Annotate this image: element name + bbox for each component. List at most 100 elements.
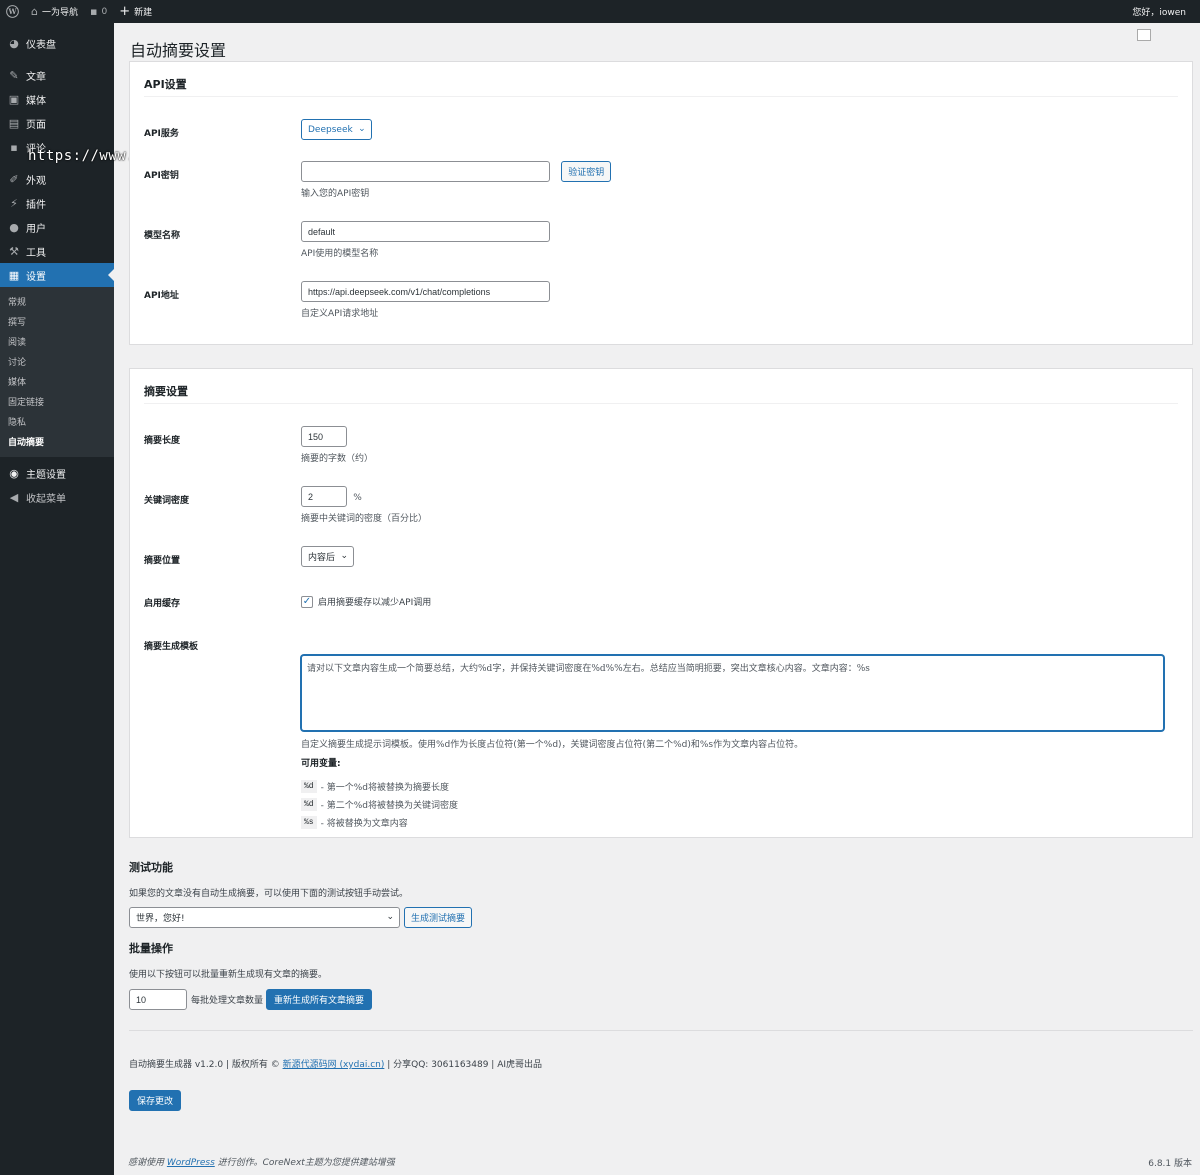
var-code: %d: [301, 779, 317, 793]
pin-icon: ✎: [9, 68, 19, 82]
plugin-credit: 自动摘要生成器 v1.2.0 | 版权所有 © 新源代源码网 (xydai.cn…: [129, 1057, 542, 1070]
post-select-value: 世界，您好!: [136, 914, 185, 924]
sidebar-item-appearance[interactable]: ✐ 外观: [0, 167, 114, 191]
sidebar-item-users[interactable]: ● 用户: [0, 215, 114, 239]
admin-bar: W ⌂ 一为导航 ▪ 0 + 新建 您好，iowen: [0, 0, 1200, 23]
template-description: 自定义摘要生成提示词模板。使用%d作为长度占位符(第一个%d)，关键词密度占位符…: [301, 740, 804, 750]
new-content-link[interactable]: + 新建: [113, 0, 158, 23]
var-text: - 将被替换为文章内容: [320, 818, 408, 829]
template-help: 自定义摘要生成提示词模板。使用%d作为长度占位符(第一个%d)，关键词密度占位符…: [301, 737, 1171, 831]
sidebar-item-pages[interactable]: ▤ 页面: [0, 111, 114, 135]
page-title: 自动摘要设置: [130, 41, 227, 60]
submenu-item-reading[interactable]: 阅读: [0, 331, 114, 351]
enable-cache-checkbox[interactable]: ✓: [301, 595, 313, 608]
generate-test-button[interactable]: 生成测试摘要: [404, 907, 473, 928]
sidebar-item-label: 用户: [26, 223, 46, 235]
submenu-item-general[interactable]: 常规: [0, 291, 114, 311]
template-label: 摘要生成模板: [144, 642, 199, 652]
sidebar-item-label: 插件: [26, 199, 46, 211]
broken-image-icon: [1137, 29, 1151, 41]
summary-length-input[interactable]: [301, 426, 347, 447]
submenu-item-auto-summary[interactable]: 自动摘要: [0, 431, 114, 451]
sidebar-item-theme-settings[interactable]: ◉ 主题设置: [0, 461, 114, 485]
submenu-item-permalinks[interactable]: 固定链接: [0, 391, 114, 411]
model-name-description: API使用的模型名称: [301, 249, 379, 259]
footer-suffix: 进行创作。CoreNext主题为您提供建站增强: [217, 1158, 395, 1168]
checkmark-icon: ✓: [302, 596, 312, 607]
wordpress-link[interactable]: WordPress: [167, 1158, 215, 1168]
credit-prefix: 自动摘要生成器 v1.2.0 | 版权所有 ©: [129, 1060, 280, 1070]
sidebar-item-tools[interactable]: ⚒ 工具: [0, 239, 114, 263]
regenerate-all-button[interactable]: 重新生成所有文章摘要: [266, 989, 373, 1010]
api-service-label: API服务: [144, 129, 179, 139]
comments-link[interactable]: ▪ 0: [84, 0, 113, 23]
divider: [144, 403, 1178, 404]
user-icon: ●: [9, 220, 19, 234]
summary-position-label: 摘要位置: [144, 556, 181, 566]
vars-list: %d - 第一个%d将被替换为摘要长度 %d - 第二个%d将被替换为关键词密度 %…: [301, 777, 1171, 831]
sidebar-item-settings[interactable]: ▦ 设置: [0, 263, 114, 287]
summary-position-value: 内容后: [308, 553, 336, 563]
main-content: 自动摘要设置 API设置 API服务 Deepseek ⌄ API密钥 验证密钥…: [114, 23, 1200, 1175]
percent-unit: %: [353, 492, 362, 503]
keyword-density-field: % 摘要中关键词的密度（百分比）: [301, 486, 427, 524]
settings-icon: ▦: [8, 268, 20, 282]
api-key-field: 验证密钥 输入您的API密钥: [301, 161, 612, 199]
batch-controls: 每批处理文章数量 重新生成所有文章摘要: [129, 989, 373, 1010]
verify-key-button[interactable]: 验证密钥: [561, 161, 612, 182]
model-name-label: 模型名称: [144, 231, 181, 241]
enable-cache-field: ✓ 启用摘要缓存以减少API调用: [301, 595, 431, 608]
account-menu[interactable]: 您好，iowen: [1126, 0, 1200, 23]
save-changes-button[interactable]: 保存更改: [129, 1090, 182, 1111]
site-name: 一为导航: [41, 8, 78, 18]
new-label: 新建: [134, 8, 153, 18]
comment-icon: ▪: [90, 5, 98, 18]
submenu-item-privacy[interactable]: 隐私: [0, 411, 114, 431]
footer-thanks: 感谢使用 WordPress 进行创作。CoreNext主题为您提供建站增强: [128, 1155, 395, 1168]
list-item: %d - 第一个%d将被替换为摘要长度: [301, 777, 1171, 795]
model-name-input[interactable]: [301, 221, 550, 242]
comment-icon: ▪: [10, 140, 18, 154]
api-service-select[interactable]: Deepseek ⌄: [301, 119, 372, 140]
submenu-item-writing[interactable]: 撰写: [0, 311, 114, 331]
keyword-density-description: 摘要中关键词的密度（百分比）: [301, 514, 428, 524]
sidebar-item-media[interactable]: ▣ 媒体: [0, 87, 114, 111]
sidebar-item-posts[interactable]: ✎ 文章: [0, 63, 114, 87]
sidebar-item-label: 收起菜单: [26, 493, 66, 505]
template-textarea[interactable]: 请对以下文章内容生成一个简要总结，大约%d字，并保持关键词密度在%d%%左右。总…: [301, 655, 1164, 731]
footer-prefix: 感谢使用: [128, 1158, 165, 1168]
svg-text:W: W: [7, 7, 17, 16]
api-key-input[interactable]: [301, 161, 550, 182]
enable-cache-label: 启用缓存: [144, 599, 181, 609]
sidebar-item-plugins[interactable]: ⚡ 插件: [0, 191, 114, 215]
submenu-item-discussion[interactable]: 讨论: [0, 351, 114, 371]
submenu-item-media[interactable]: 媒体: [0, 371, 114, 391]
admin-sidebar: ◕ 仪表盘 ✎ 文章 ▣ 媒体 ▤ 页面 ▪ 评论 ✐ 外观 ⚡ 插件 ● 用户…: [0, 23, 114, 1175]
summary-length-field: 摘要的字数（约）: [301, 426, 373, 464]
site-name-link[interactable]: ⌂ 一为导航: [25, 0, 84, 23]
footer-version: 6.8.1 版本: [1148, 1159, 1192, 1169]
home-icon: ⌂: [31, 5, 38, 18]
summary-position-select[interactable]: 内容后 ⌄: [301, 546, 355, 567]
api-service-field: Deepseek ⌄: [301, 119, 372, 140]
collapse-menu-button[interactable]: ◀ 收起菜单: [0, 485, 114, 509]
sidebar-item-label: 文章: [26, 71, 46, 83]
keyword-density-input[interactable]: [301, 486, 347, 507]
credit-suffix: | 分享QQ: 3061163489 | AI虎哥出品: [387, 1060, 543, 1070]
sidebar-item-label: 仪表盘: [26, 39, 56, 51]
vars-title: 可用变量:: [301, 759, 341, 769]
summary-length-description: 摘要的字数（约）: [301, 454, 374, 464]
collapse-icon: ◀: [9, 490, 19, 504]
chevron-down-icon: ⌄: [386, 912, 394, 922]
api-url-input[interactable]: [301, 281, 550, 302]
plus-icon: +: [119, 4, 131, 19]
chevron-down-icon: ⌄: [358, 124, 366, 134]
summary-settings-card: 摘要设置 摘要长度 摘要的字数（约） 关键词密度 % 摘要中关键词的密度（百分比…: [129, 368, 1193, 838]
batch-count-input[interactable]: [129, 989, 187, 1010]
wordpress-logo-icon[interactable]: W: [0, 0, 25, 23]
sidebar-item-label: 工具: [26, 247, 46, 259]
sidebar-item-dashboard[interactable]: ◕ 仪表盘: [0, 31, 114, 55]
api-service-value: Deepseek: [308, 124, 353, 135]
post-select[interactable]: 世界，您好! ⌄: [129, 907, 400, 928]
credit-link[interactable]: 新源代源码网 (xydai.cn): [283, 1060, 385, 1070]
